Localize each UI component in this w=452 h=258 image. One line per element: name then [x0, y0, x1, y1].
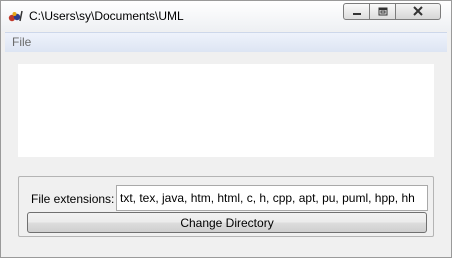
app-window: C:\Users\sy\Documents\UML File File exte…: [0, 0, 452, 258]
file-extensions-input[interactable]: [116, 185, 428, 211]
close-icon: [412, 5, 424, 19]
restore-button[interactable]: [369, 3, 396, 20]
minimize-button[interactable]: [343, 3, 370, 20]
change-directory-button[interactable]: Change Directory: [27, 212, 427, 233]
title-bar[interactable]: C:\Users\sy\Documents\UML: [1, 1, 451, 31]
file-list-area[interactable]: [18, 64, 434, 157]
app-icon: [8, 9, 24, 23]
menu-bar: File: [5, 32, 447, 52]
minimize-icon: [352, 5, 362, 19]
restore-icon: [378, 5, 388, 19]
file-extensions-label: File extensions:: [31, 192, 115, 206]
menu-item-file[interactable]: File: [12, 35, 31, 49]
close-button[interactable]: [395, 3, 441, 20]
window-title: C:\Users\sy\Documents\UML: [29, 9, 184, 23]
